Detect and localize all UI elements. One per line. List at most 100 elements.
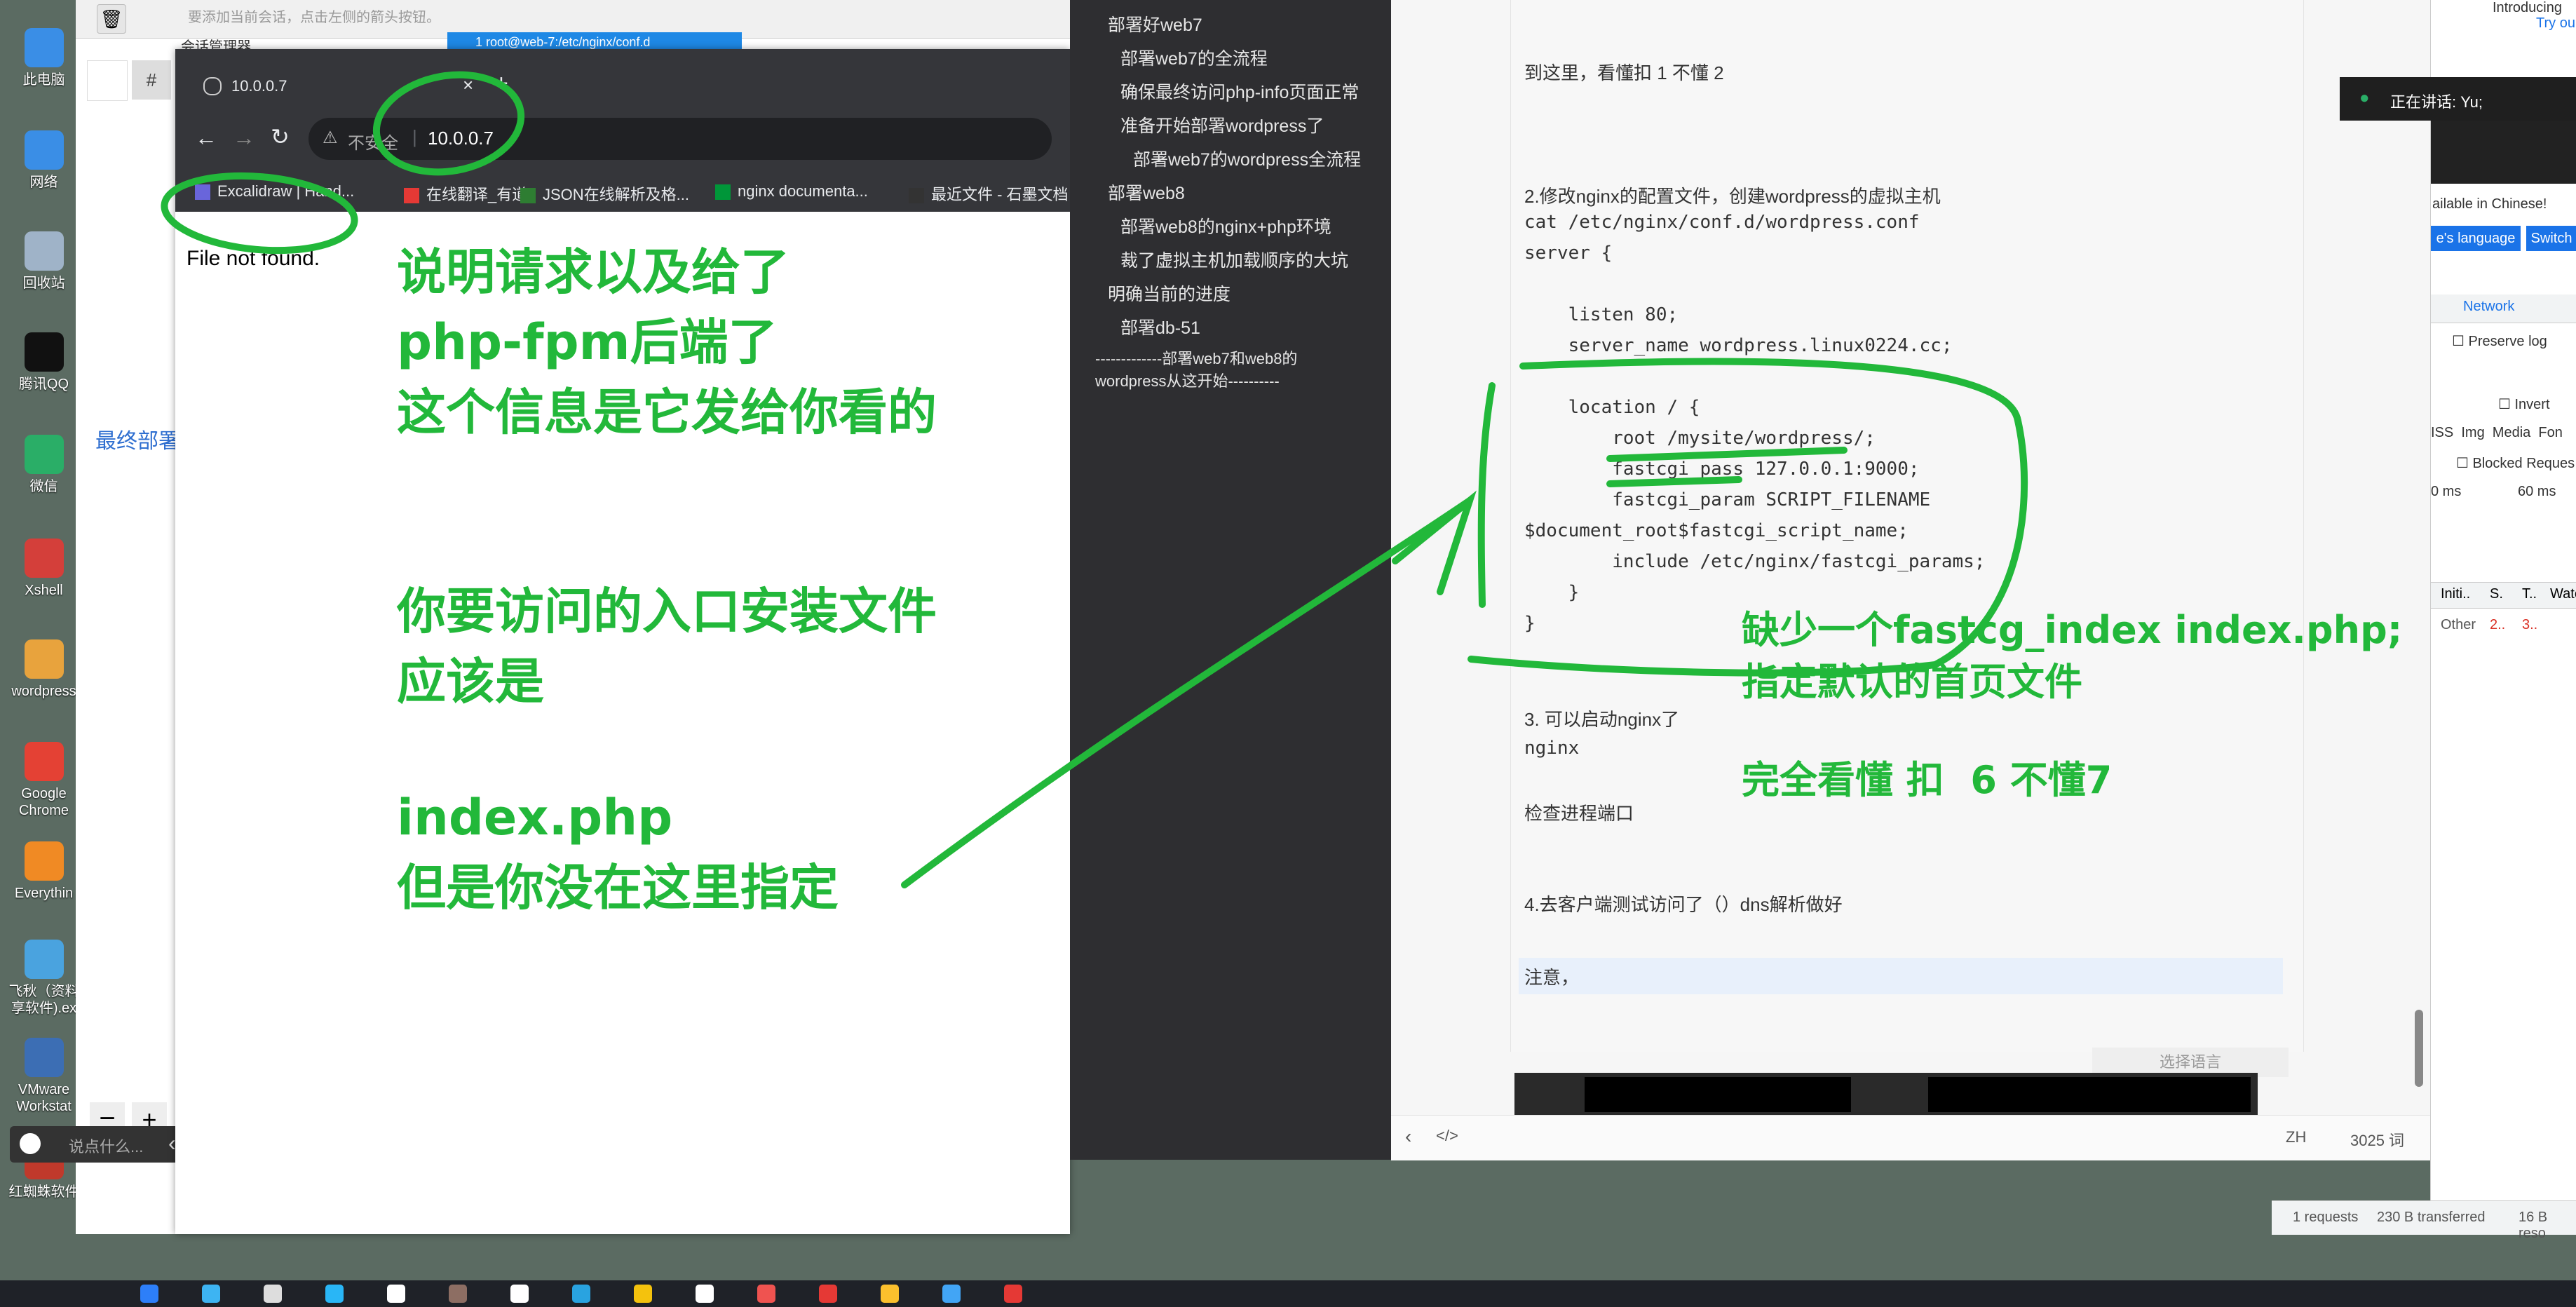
desktop-shortcut[interactable]: 腾讯QQ — [7, 332, 81, 393]
desktop-shortcut[interactable]: 回收站 — [7, 231, 81, 292]
taskbar-app-icon[interactable] — [696, 1285, 714, 1303]
desktop-shortcut[interactable]: VMware Workstat — [7, 1038, 81, 1115]
desktop-shortcut[interactable]: 此电脑 — [7, 28, 81, 88]
desktop-shortcut[interactable]: wordpress — [7, 639, 81, 700]
chat-input[interactable]: 说点什么... — [69, 1135, 143, 1157]
bookmark-item[interactable]: JSON在线解析及格... — [520, 182, 689, 205]
desktop-shortcut-label: 此电脑 — [22, 72, 65, 88]
desktop-shortcut[interactable]: 微信 — [7, 435, 81, 495]
desktop-shortcut[interactable]: 飞秋（资料享软件).ex — [7, 940, 81, 1017]
outline-item[interactable]: 部署db-51 — [1120, 314, 1200, 339]
outline-item[interactable]: wordpress从这开始---------- — [1095, 369, 1280, 391]
outline-item[interactable]: 准备开始部署wordpress了 — [1120, 112, 1324, 137]
editor-line[interactable]: 注意， — [1524, 963, 1579, 989]
outline-item[interactable]: 部署web7的全流程 — [1120, 45, 1268, 70]
blocked-requests-checkbox[interactable]: ☐ Blocked Reques — [2456, 454, 2575, 472]
timeline-60ms: 60 ms — [2518, 484, 2556, 499]
wechat-icon — [24, 435, 64, 474]
outline-item[interactable]: 裁了虚拟主机加载顺序的大坑 — [1120, 247, 1348, 272]
row-status: 2.. — [2490, 617, 2506, 632]
back-icon[interactable]: ← — [195, 125, 217, 151]
editor-line[interactable]: location / { — [1524, 397, 1700, 418]
desktop-shortcut[interactable]: Xshell — [7, 539, 81, 599]
taskbar-app-icon[interactable] — [387, 1285, 405, 1303]
editor-line[interactable]: server { — [1524, 243, 1612, 264]
desktop-shortcut-label: Google Chrome — [18, 786, 69, 818]
desktop-shortcut[interactable]: 网络 — [7, 130, 81, 191]
status-resources: 16 B reso — [2519, 1210, 2548, 1241]
trash-icon[interactable]: 🗑 — [97, 4, 126, 34]
taskbar-app-icon[interactable] — [819, 1285, 837, 1303]
bookmark-item[interactable]: nginx documenta... — [715, 182, 868, 201]
col-type[interactable]: T.. — [2522, 586, 2537, 602]
col-initiator[interactable]: Initi.. — [2441, 586, 2470, 602]
outline-item[interactable]: 部署web8 — [1108, 180, 1185, 205]
taskbar-app-icon[interactable] — [325, 1285, 344, 1303]
editor-line[interactable]: 检查进程端口 — [1524, 799, 1634, 825]
editor-line[interactable]: 到这里，看懂扣 1 不懂 2 — [1524, 59, 1724, 85]
forward-icon[interactable]: → — [233, 125, 255, 151]
editor-line[interactable]: 2.修改nginx的配置文件，创建wordpress的虚拟主机 — [1524, 182, 1941, 208]
taskbar-app-icon[interactable] — [942, 1285, 961, 1303]
outline-item[interactable]: 明确当前的进度 — [1108, 280, 1231, 306]
network-tab[interactable]: Network — [2463, 299, 2514, 315]
editor-scrollbar[interactable] — [2415, 1010, 2423, 1087]
bookmark-item[interactable]: 在线翻译_有道 — [404, 182, 527, 205]
outline-item[interactable]: -------------部署web7和web8的 — [1095, 346, 1297, 369]
desktop-shortcut[interactable]: Google Chrome — [7, 742, 81, 819]
taskbar-app-icon[interactable] — [881, 1285, 899, 1303]
invert-checkbox[interactable]: ☐ Invert — [2498, 395, 2550, 413]
editor-line[interactable]: 3. 可以启动nginx了 — [1524, 705, 1679, 731]
editor-line[interactable]: } — [1524, 613, 1536, 634]
editor-line[interactable]: nginx — [1524, 738, 1579, 759]
bookmark-item[interactable]: Excalidraw | Hand... — [195, 182, 354, 201]
source-code-icon[interactable]: </> — [1436, 1127, 1458, 1145]
editor-line[interactable]: root /mysite/wordpress/; — [1524, 428, 1876, 449]
taskbar-app-icon[interactable] — [1004, 1285, 1022, 1303]
editor-line[interactable]: fastcgi_pass 127.0.0.1:9000; — [1524, 459, 1919, 480]
col-status[interactable]: S. — [2490, 586, 2503, 602]
sidebar-toggle-icon[interactable]: ‹ — [1405, 1125, 1411, 1148]
editor-line[interactable]: cat /etc/nginx/conf.d/wordpress.conf — [1524, 212, 1920, 233]
editor-line[interactable]: } — [1524, 582, 1580, 603]
taskbar-app-icon[interactable] — [202, 1285, 220, 1303]
taskbar-app-icon[interactable] — [634, 1285, 652, 1303]
bookmark-item[interactable]: 最近文件 - 石墨文档 — [909, 182, 1069, 205]
taskbar-app-icon[interactable] — [510, 1285, 529, 1303]
outline-item[interactable]: 确保最终访问php-info页面正常 — [1120, 79, 1359, 104]
taskbar-app-icon[interactable] — [140, 1285, 158, 1303]
editor-line[interactable]: listen 80; — [1524, 304, 1679, 325]
close-tab-icon[interactable]: × — [463, 74, 473, 96]
editor-line[interactable]: fastcgi_param SCRIPT_FILENAME — [1524, 489, 1930, 510]
not-secure-label: 不安全 — [348, 134, 398, 153]
emoji-icon[interactable] — [20, 1133, 41, 1154]
blank-button[interactable] — [87, 60, 128, 101]
taskbar-app-icon[interactable] — [449, 1285, 467, 1303]
taskbar-app-icon[interactable] — [572, 1285, 590, 1303]
outline-item[interactable]: 部署web8的nginx+php环境 — [1120, 213, 1331, 238]
editor-line[interactable]: 4.去客户端测试访问了（）dns解析做好 — [1524, 890, 1843, 916]
switch-button[interactable]: Switch — [2526, 226, 2576, 251]
browser-tabbar: 10.0.0.7 × + — [175, 49, 1070, 109]
language-button[interactable]: e's language — [2431, 226, 2521, 251]
try-out-link[interactable]: Try ou — [2536, 15, 2575, 32]
desktop-shortcut[interactable]: Everythin — [7, 841, 81, 902]
browser-tab[interactable]: 10.0.0.7 × — [189, 62, 473, 109]
col-waterfall[interactable]: Wate — [2550, 586, 2576, 602]
preserve-log-label: Preserve log — [2468, 334, 2547, 349]
editor-line[interactable]: include /etc/nginx/fastcgi_params; — [1524, 551, 1985, 572]
new-tab-icon[interactable]: + — [494, 70, 508, 97]
taskbar-app-icon[interactable] — [264, 1285, 282, 1303]
editor-line[interactable]: $document_root$fastcgi_script_name; — [1524, 520, 1909, 541]
filter-types[interactable]: ISS Img Media Fon — [2431, 425, 2563, 441]
partial-link[interactable]: 最终部署 — [95, 424, 179, 454]
outline-item[interactable]: 部署好web7 — [1108, 11, 1202, 36]
hash-button[interactable]: # — [132, 60, 171, 100]
reload-icon[interactable]: ↻ — [271, 123, 290, 150]
editor-line[interactable]: server_name wordpress.linux0224.cc; — [1524, 335, 1953, 356]
desktop-shortcut-label: Xshell — [25, 583, 63, 598]
outline-item[interactable]: 部署web7的wordpress全流程 — [1133, 146, 1361, 171]
address-bar[interactable]: ⚠ 不安全 | 10.0.0.7 — [309, 118, 1052, 160]
taskbar-app-icon[interactable] — [757, 1285, 775, 1303]
preserve-log-checkbox[interactable]: ☐ Preserve log — [2452, 332, 2547, 350]
